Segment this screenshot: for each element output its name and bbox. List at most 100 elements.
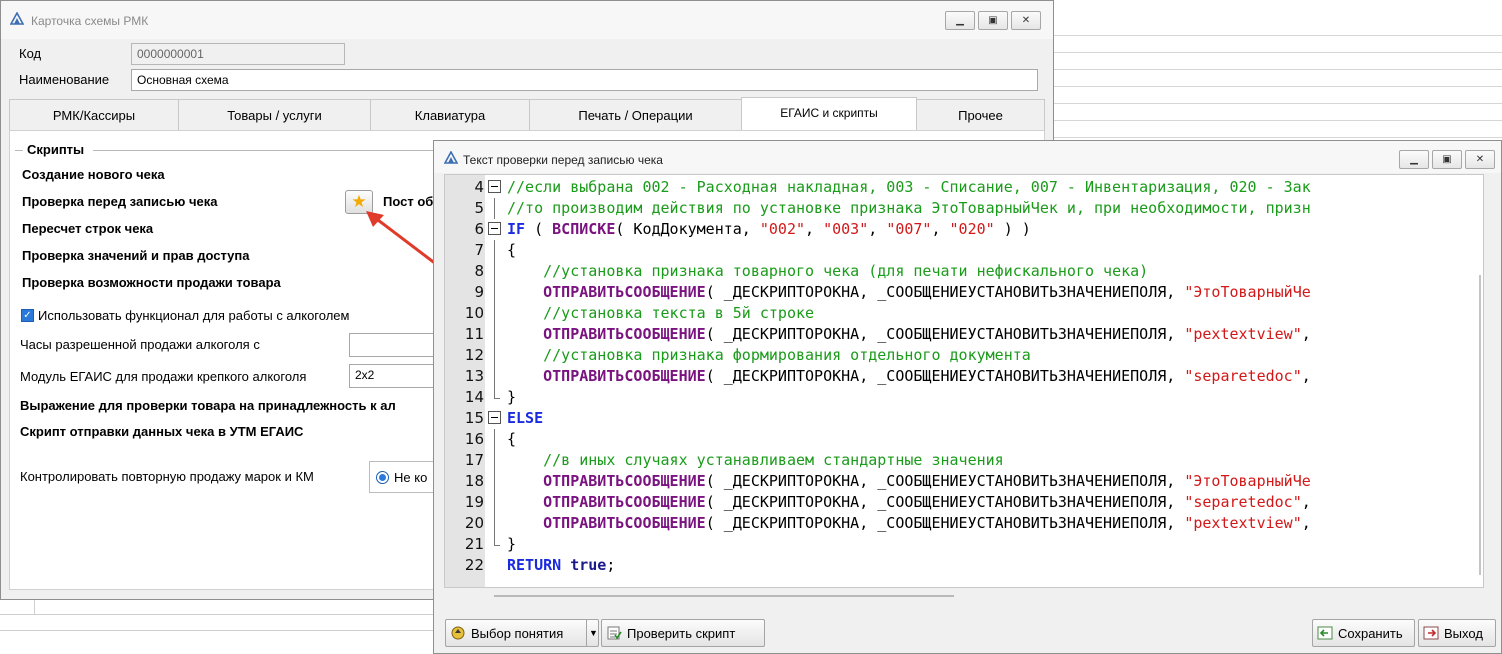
tab-keyboard[interactable]: Клавиатура	[370, 99, 530, 130]
maximize-button[interactable]: ▣	[978, 11, 1008, 30]
fold-guide	[494, 534, 495, 545]
fold-guide	[494, 345, 495, 366]
alcohol-checkbox[interactable]: ✓	[21, 309, 34, 322]
app-logo-icon	[10, 12, 24, 25]
hours-field[interactable]	[349, 333, 439, 357]
code-text: //в иных случаях устанавливаем стандартн…	[507, 450, 1004, 471]
concept-select-button[interactable]: Выбор понятия	[445, 619, 588, 647]
code-field[interactable]: 0000000001	[131, 43, 345, 65]
tab-other[interactable]: Прочее	[916, 99, 1045, 130]
marks-radio-button[interactable]	[376, 471, 389, 484]
line-number: 6	[474, 220, 484, 238]
code-line[interactable]: 18 ОТПРАВИТЬСООБЩЕНИЕ( _ДЕСКРИПТОРОКНА, …	[445, 471, 1483, 492]
code-line[interactable]: 15 ELSE	[445, 408, 1483, 429]
code-line[interactable]: 22 RETURN true;	[445, 555, 1483, 576]
code-token: ;	[606, 556, 616, 574]
code-line[interactable]: 17 //в иных случаях устанавливаем станда…	[445, 450, 1483, 471]
fold-guide	[494, 429, 495, 450]
code-token: ( КодДокумента,	[615, 220, 760, 238]
code-token: //в иных случаях устанавливаем стандартн…	[543, 451, 1004, 469]
script-editor-window: Текст проверки перед записью чека ▁ ▣ ✕ …	[433, 140, 1502, 654]
exit-button[interactable]: Выход	[1418, 619, 1496, 647]
code-line[interactable]: 9 ОТПРАВИТЬСООБЩЕНИЕ( _ДЕСКРИПТОРОКНА, _…	[445, 282, 1483, 303]
vertical-scrollbar[interactable]	[1479, 275, 1481, 575]
minimize-button[interactable]: ▁	[1399, 150, 1429, 169]
code-line[interactable]: 20 ОТПРАВИТЬСООБЩЕНИЕ( _ДЕСКРИПТОРОКНА, …	[445, 513, 1483, 534]
code-line[interactable]: 12 //установка признака формирования отд…	[445, 345, 1483, 366]
code-line[interactable]: 4 //если выбрана 002 - Расходная накладна…	[445, 177, 1483, 198]
horizontal-scrollbar[interactable]	[494, 595, 954, 597]
code-token: ОТПРАВИТЬСООБЩЕНИЕ	[543, 472, 706, 490]
code-token: ELSE	[507, 409, 544, 427]
minimize-button[interactable]: ▁	[945, 11, 975, 30]
tab-egais-scripts[interactable]: ЕГАИС и скрипты	[741, 97, 917, 130]
chevron-down-icon: ▼	[589, 628, 598, 638]
fold-toggle-icon[interactable]	[488, 411, 501, 424]
code-text: //установка признака формирования отдель…	[507, 345, 1031, 366]
code-line[interactable]: 7{	[445, 240, 1483, 261]
code-token: "007"	[886, 220, 932, 238]
marks-label: Контролировать повторную продажу марок и…	[20, 469, 314, 484]
close-button[interactable]: ✕	[1011, 11, 1041, 30]
code-token: ) )	[994, 220, 1031, 238]
code-token: ,	[931, 220, 950, 238]
code-text: ОТПРАВИТЬСООБЩЕНИЕ( _ДЕСКРИПТОРОКНА, _СО…	[507, 324, 1311, 345]
code-token: ( _ДЕСКРИПТОРОКНА, _СООБЩЕНИЕУСТАНОВИТЬЗ…	[705, 367, 1185, 385]
code-line[interactable]: 8 //установка признака товарного чека (д…	[445, 261, 1483, 282]
code-lines: 4 //если выбрана 002 - Расходная накладна…	[445, 177, 1483, 576]
script-new-check[interactable]: Создание нового чека	[22, 167, 165, 182]
expression-label[interactable]: Выражение для проверки товара на принадл…	[20, 398, 396, 413]
line-number: 16	[464, 430, 484, 448]
concept-dropdown-button[interactable]: ▼	[586, 619, 599, 647]
line-number: 11	[464, 325, 484, 343]
scripts-group-title: Скрипты	[27, 142, 85, 157]
save-button[interactable]: Сохранить	[1312, 619, 1415, 647]
code-line[interactable]: 10 //установка текста в 5й строке	[445, 303, 1483, 324]
egais-module-field[interactable]: 2x2	[349, 364, 439, 388]
code-token: "ЭтоТоварныйЧе	[1184, 472, 1311, 490]
code-text: //установка текста в 5й строке	[507, 303, 814, 324]
code-line[interactable]: 14}	[445, 387, 1483, 408]
fold-toggle-icon[interactable]	[488, 222, 501, 235]
line-number: 8	[474, 262, 484, 280]
script-recalc-rows[interactable]: Пересчет строк чека	[22, 221, 153, 236]
code-text: ОТПРАВИТЬСООБЩЕНИЕ( _ДЕСКРИПТОРОКНА, _СО…	[507, 366, 1311, 387]
script-before-save-check[interactable]: Проверка перед записью чека	[22, 194, 218, 209]
maximize-button[interactable]: ▣	[1432, 150, 1462, 169]
script-check-sale[interactable]: Проверка возможности продажи товара	[22, 275, 281, 290]
utm-script-label[interactable]: Скрипт отправки данных чека в УТМ ЕГАИС	[20, 424, 303, 439]
code-token: {	[507, 430, 517, 448]
code-text: RETURN true;	[507, 555, 615, 576]
code-line[interactable]: 19 ОТПРАВИТЬСООБЩЕНИЕ( _ДЕСКРИПТОРОКНА, …	[445, 492, 1483, 513]
fold-guide	[494, 450, 495, 471]
code-editor[interactable]: 4 //если выбрана 002 - Расходная накладна…	[444, 174, 1484, 588]
name-field[interactable]: Основная схема	[131, 69, 1038, 91]
fold-guide	[494, 513, 495, 534]
line-number: 5	[474, 199, 484, 217]
code-line[interactable]: 11 ОТПРАВИТЬСООБЩЕНИЕ( _ДЕСКРИПТОРОКНА, …	[445, 324, 1483, 345]
code-line[interactable]: 5 //то производим действия по установке п…	[445, 198, 1483, 219]
tab-rmk-cashiers[interactable]: РМК/Кассиры	[9, 99, 179, 130]
code-label: Код	[19, 46, 42, 61]
code-token: "pextextview"	[1184, 325, 1302, 343]
check-script-button[interactable]: Проверить скрипт	[601, 619, 765, 647]
tab-goods-services[interactable]: Товары / услуги	[178, 99, 371, 130]
code-token: ,	[1301, 514, 1311, 532]
tab-print-operations[interactable]: Печать / Операции	[529, 99, 742, 130]
code-token: ,	[805, 220, 824, 238]
fold-guide	[494, 282, 495, 303]
code-line[interactable]: 16 {	[445, 429, 1483, 450]
fold-toggle-icon[interactable]	[488, 180, 501, 193]
code-line[interactable]: 21}	[445, 534, 1483, 555]
close-button[interactable]: ✕	[1465, 150, 1495, 169]
code-token: "003"	[823, 220, 869, 238]
code-line[interactable]: 13 ОТПРАВИТЬСООБЩЕНИЕ( _ДЕСКРИПТОРОКНА, …	[445, 366, 1483, 387]
code-text: ОТПРАВИТЬСООБЩЕНИЕ( _ДЕСКРИПТОРОКНА, _СО…	[507, 513, 1311, 534]
line-number: 12	[464, 346, 484, 364]
code-text: IF ( ВСПИСКЕ( КодДокумента, "002", "003"…	[507, 219, 1031, 240]
code-line[interactable]: 6 IF ( ВСПИСКЕ( КодДокумента, "002", "003…	[445, 219, 1483, 240]
script-check-access[interactable]: Проверка значений и прав доступа	[22, 248, 250, 263]
